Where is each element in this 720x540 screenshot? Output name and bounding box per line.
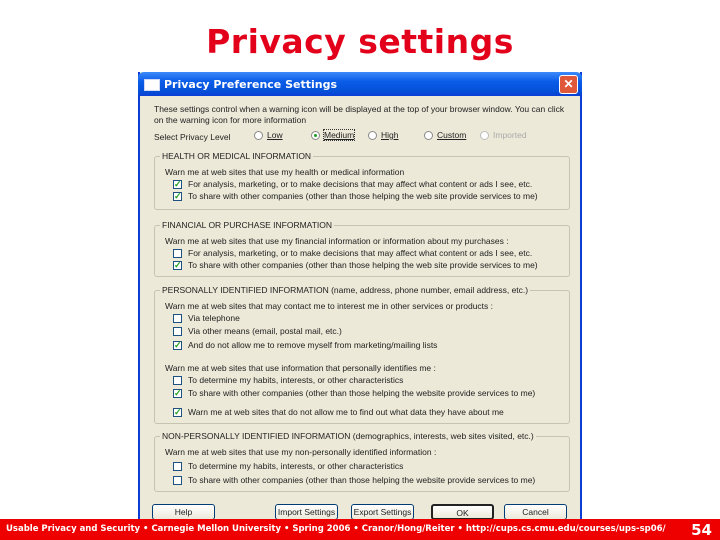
checkbox-pii-habits[interactable]: To determine my habits, interests, or ot… xyxy=(173,375,403,385)
group-description: Warn me at web sites that use my non-per… xyxy=(165,447,437,457)
radio-imported: Imported xyxy=(480,130,527,140)
window-icon xyxy=(144,79,160,91)
checkbox[interactable]: ✓ xyxy=(173,388,182,398)
checkbox[interactable]: ✓ xyxy=(173,260,182,270)
radio-low[interactable]: Low xyxy=(254,130,283,140)
checkbox-npii-habits[interactable]: To determine my habits, interests, or ot… xyxy=(173,461,403,471)
checkbox[interactable] xyxy=(173,326,182,336)
privacy-level-selector: Select Privacy Level Low Medium High Cus… xyxy=(154,129,574,144)
radio-custom[interactable]: Custom xyxy=(424,130,466,140)
footer-text: Usable Privacy and Security • Carnegie M… xyxy=(6,524,666,534)
group-description: Warn me at web sites that use my health … xyxy=(165,167,405,177)
privacy-level-label: Select Privacy Level xyxy=(154,132,231,142)
help-button[interactable]: Help xyxy=(152,504,215,520)
checkbox-warn-no-access[interactable]: ✓ Warn me at web sites that do not allow… xyxy=(173,407,504,417)
checkbox-label: And do not allow me to remove myself fro… xyxy=(188,340,438,350)
import-settings-button[interactable]: Import Settings xyxy=(275,504,338,520)
page-number: 54 xyxy=(691,521,712,539)
radio-label: Medium xyxy=(322,129,356,141)
radio-label: High xyxy=(381,130,399,140)
radio-dot xyxy=(480,130,489,140)
dialog-title: Privacy Preference Settings xyxy=(164,78,338,91)
checkbox[interactable] xyxy=(173,375,182,385)
slide-footer: Usable Privacy and Security • Carnegie M… xyxy=(0,519,720,540)
close-icon[interactable]: ✕ xyxy=(559,75,578,94)
checkbox-financial-analysis[interactable]: For analysis, marketing, or to make deci… xyxy=(173,248,532,258)
radio-dot xyxy=(368,130,377,140)
radio-label: Low xyxy=(267,130,283,140)
radio-high[interactable]: High xyxy=(368,130,398,140)
checkbox-label: To determine my habits, interests, or ot… xyxy=(188,461,404,471)
group-financial: FINANCIAL OR PURCHASE INFORMATION Warn m… xyxy=(154,220,570,277)
checkbox-financial-share[interactable]: ✓ To share with other companies (other t… xyxy=(173,260,538,270)
checkbox-label: To share with other companies (other tha… xyxy=(188,260,538,270)
group-non-personally-identified: NON-PERSONALLY IDENTIFIED INFORMATION (d… xyxy=(154,431,570,492)
checkbox-health-share[interactable]: ✓ To share with other companies (other t… xyxy=(173,191,538,201)
export-settings-button[interactable]: Export Settings xyxy=(351,504,414,520)
checkbox-pii-share[interactable]: ✓ To share with other companies (other t… xyxy=(173,388,535,398)
checkbox-health-analysis[interactable]: ✓ For analysis, marketing, or to make de… xyxy=(173,179,532,189)
ok-button[interactable]: OK xyxy=(431,504,494,520)
checkbox-via-telephone[interactable]: Via telephone xyxy=(173,313,240,323)
checkbox-no-remove-list[interactable]: ✓ And do not allow me to remove myself f… xyxy=(173,340,437,350)
group-legend: NON-PERSONALLY IDENTIFIED INFORMATION (d… xyxy=(160,431,536,441)
cancel-button[interactable]: Cancel xyxy=(504,504,567,520)
intro-text: These settings control when a warning ic… xyxy=(154,104,565,125)
radio-label: Imported xyxy=(493,130,527,140)
checkbox[interactable] xyxy=(173,475,182,485)
group-description: Warn me at web sites that use my financi… xyxy=(165,236,509,246)
checkbox-label: To share with other companies (other tha… xyxy=(188,191,538,201)
checkbox-label: To determine my habits, interests, or ot… xyxy=(188,375,404,385)
group-description: Warn me at web sites that may contact me… xyxy=(165,301,494,311)
checkbox-label: To share with other companies (other tha… xyxy=(188,475,536,485)
group-legend: HEALTH OR MEDICAL INFORMATION xyxy=(160,151,314,161)
checkbox-via-other-means[interactable]: Via other means (email, postal mail, etc… xyxy=(173,326,342,336)
checkbox[interactable]: ✓ xyxy=(173,407,182,417)
radio-label: Custom xyxy=(437,130,467,140)
group-legend: FINANCIAL OR PURCHASE INFORMATION xyxy=(160,220,335,230)
checkbox[interactable]: ✓ xyxy=(173,179,182,189)
checkbox-label: Via other means (email, postal mail, etc… xyxy=(188,326,342,336)
slide-title: Privacy settings xyxy=(206,22,514,61)
radio-dot xyxy=(424,130,433,140)
group-legend: PERSONALLY IDENTIFIED INFORMATION (name,… xyxy=(160,285,531,295)
checkbox[interactable]: ✓ xyxy=(173,191,182,201)
privacy-preference-dialog: Privacy Preference Settings ✕ These sett… xyxy=(138,72,582,528)
group-description-2: Warn me at web sites that use informatio… xyxy=(165,363,436,373)
checkbox-label: Warn me at web sites that do not allow m… xyxy=(188,407,504,417)
checkbox-label: For analysis, marketing, or to make deci… xyxy=(188,248,533,258)
checkbox-label: Via telephone xyxy=(188,313,240,323)
group-personally-identified: PERSONALLY IDENTIFIED INFORMATION (name,… xyxy=(154,285,570,424)
checkbox-npii-share[interactable]: To share with other companies (other tha… xyxy=(173,475,535,485)
checkbox-label: For analysis, marketing, or to make deci… xyxy=(188,179,533,189)
radio-dot-selected xyxy=(311,130,320,140)
radio-dot xyxy=(254,130,263,140)
checkbox[interactable] xyxy=(173,461,182,471)
checkbox-label: To share with other companies (other tha… xyxy=(188,388,536,398)
dialog-titlebar[interactable]: Privacy Preference Settings ✕ xyxy=(138,72,582,96)
group-health: HEALTH OR MEDICAL INFORMATION Warn me at… xyxy=(154,151,570,210)
radio-medium[interactable]: Medium xyxy=(311,129,356,141)
checkbox[interactable] xyxy=(173,313,182,323)
checkbox[interactable] xyxy=(173,248,182,258)
checkbox[interactable]: ✓ xyxy=(173,340,182,350)
